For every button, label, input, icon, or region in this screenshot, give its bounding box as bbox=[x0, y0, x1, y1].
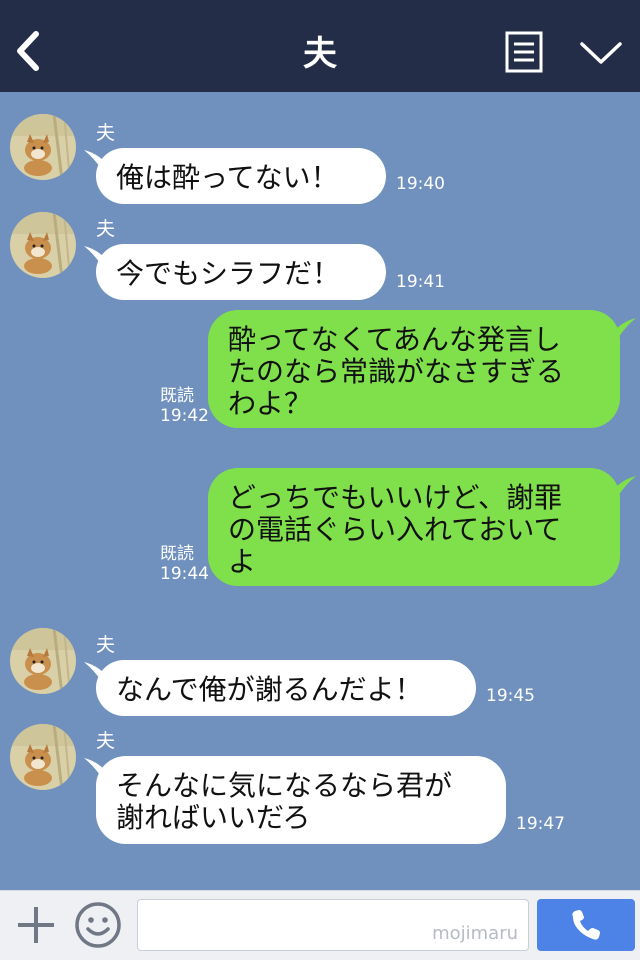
message-line: の電話ぐらい入れておいて bbox=[228, 513, 562, 546]
message-bubble-outgoing[interactable]: どっちでもいいけど、謝罪 の電話ぐらい入れておいて よ bbox=[208, 468, 620, 586]
avatar[interactable] bbox=[10, 212, 76, 278]
dog-avatar-icon bbox=[10, 724, 76, 790]
message-bubble-incoming[interactable]: そんなに気になるなら君が 謝ればいいだろ bbox=[96, 756, 506, 844]
dog-avatar-icon bbox=[10, 628, 76, 694]
message-line: 俺は酔ってない！ bbox=[116, 161, 339, 194]
dog-avatar-icon bbox=[10, 114, 76, 180]
avatar[interactable] bbox=[10, 114, 76, 180]
chat-area[interactable]: 夫 俺は酔ってない！ 19:40 夫 今でもシラフだ！ 19:41 酔ってなくて… bbox=[0, 92, 640, 890]
avatar[interactable] bbox=[10, 724, 76, 790]
chevron-left-icon bbox=[17, 31, 39, 71]
chat-title: 夫 bbox=[303, 34, 337, 74]
plus-icon bbox=[18, 907, 54, 943]
dog-avatar-icon bbox=[10, 212, 76, 278]
message-time: 19:44 bbox=[160, 564, 209, 584]
message-time: 19:45 bbox=[486, 686, 535, 706]
message-bubble-outgoing[interactable]: 酔ってなくてあんな発言し たのなら常識がなさすぎる わよ？ bbox=[208, 310, 620, 428]
message-line: どっちでもいいけど、謝罪 bbox=[228, 481, 563, 514]
message-bubble-incoming[interactable]: 今でもシラフだ！ bbox=[96, 244, 386, 300]
collapse-button[interactable] bbox=[578, 38, 624, 68]
sender-name: 夫 bbox=[96, 122, 116, 144]
input-bar: mojimaru bbox=[0, 890, 640, 960]
message-line: 謝ればいいだろ bbox=[116, 801, 311, 834]
message-input[interactable]: mojimaru bbox=[137, 899, 529, 951]
message-line: そんなに気になるなら君が bbox=[116, 769, 453, 802]
message-time: 19:47 bbox=[516, 814, 565, 834]
message-time: 19:40 bbox=[396, 174, 445, 194]
read-receipt: 既読 bbox=[160, 544, 194, 564]
watermark: mojimaru bbox=[432, 923, 518, 944]
message-time: 19:42 bbox=[160, 406, 209, 426]
message-time: 19:41 bbox=[396, 272, 445, 292]
sender-name: 夫 bbox=[96, 730, 116, 752]
back-button[interactable] bbox=[10, 26, 50, 76]
message-line: 酔ってなくてあんな発言し bbox=[228, 323, 561, 356]
sender-name: 夫 bbox=[96, 218, 116, 240]
message-line: たのなら常識がなさすぎる bbox=[228, 355, 565, 388]
read-receipt: 既読 bbox=[160, 386, 194, 406]
message-line: なんで俺が謝るんだよ！ bbox=[116, 673, 423, 706]
avatar[interactable] bbox=[10, 628, 76, 694]
menu-button[interactable] bbox=[505, 31, 543, 73]
message-bubble-incoming[interactable]: 俺は酔ってない！ bbox=[96, 148, 386, 204]
memo-icon bbox=[505, 31, 543, 73]
chat-header: 夫 bbox=[0, 0, 640, 92]
sender-name: 夫 bbox=[96, 634, 116, 656]
message-bubble-incoming[interactable]: なんで俺が謝るんだよ！ bbox=[96, 660, 476, 716]
chevron-down-icon bbox=[580, 42, 622, 64]
call-button[interactable] bbox=[537, 899, 635, 951]
message-line: 今でもシラフだ！ bbox=[116, 257, 341, 290]
message-line: わよ？ bbox=[228, 387, 313, 420]
phone-icon bbox=[572, 910, 600, 940]
message-line: よ bbox=[228, 545, 257, 578]
add-attachment-button[interactable] bbox=[16, 905, 56, 945]
emoji-button[interactable] bbox=[74, 901, 122, 949]
smiley-icon bbox=[75, 902, 121, 948]
